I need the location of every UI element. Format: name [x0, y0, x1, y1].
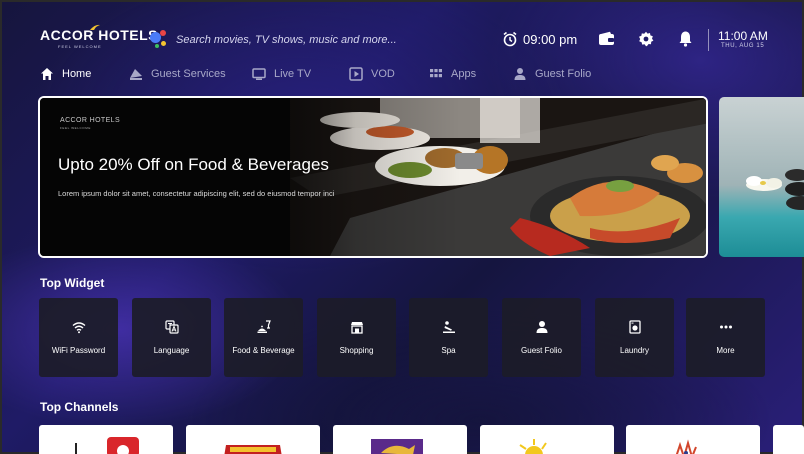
channel-logo-image [75, 437, 139, 454]
channel-card[interactable] [333, 425, 467, 454]
banner-description: Lorem ipsum dolor sit amet, consectetur … [58, 189, 335, 198]
home-icon [41, 68, 53, 80]
spa-icon [442, 321, 455, 333]
nav-item-guest-services[interactable]: Guest Services [129, 64, 226, 84]
banner-title: Upto 20% Off on Food & Beverages [58, 155, 329, 174]
nav-label: Live TV [274, 68, 312, 80]
widget-label: Laundry [620, 346, 649, 355]
widget-spa[interactable]: Spa [409, 298, 488, 377]
voice-assistant-icon[interactable] [148, 29, 170, 51]
search-input[interactable]: Search movies, TV shows, music and more.… [176, 34, 397, 46]
promo-banner[interactable]: ACCOR HOTELS FEEL WELCOME Upto 20% Off o… [38, 96, 708, 258]
main-nav: Home Guest Services Live TV VOD Apps Gue… [0, 64, 804, 86]
guest-services-icon [130, 69, 142, 80]
widget-label: Guest Folio [521, 346, 562, 355]
header: ACCOR HOTELS FEEL WELCOME Search movies,… [0, 0, 804, 60]
logo-bird-icon [90, 24, 100, 30]
channel-card[interactable] [186, 425, 320, 454]
nav-item-apps[interactable]: Apps [429, 64, 476, 84]
banner-logo-subtext: FEEL WELCOME [60, 126, 91, 130]
wifi-icon [72, 322, 85, 334]
widget-label: WiFi Password [51, 346, 106, 355]
header-divider [708, 29, 709, 51]
widget-more[interactable]: More [686, 298, 765, 377]
wallet-icon[interactable] [598, 31, 615, 46]
person-icon [536, 321, 547, 333]
nav-label: Apps [451, 68, 477, 80]
more-dots-icon [719, 325, 732, 329]
nav-label: Guest Services [151, 68, 226, 80]
channel-card[interactable] [626, 425, 760, 454]
person-icon [514, 68, 526, 80]
channel-logo-image [371, 439, 423, 454]
widget-label: Language [153, 346, 190, 355]
nav-item-guest-folio[interactable]: Guest Folio [513, 64, 591, 84]
widget-label: More [716, 346, 735, 355]
widget-label: Shopping [339, 346, 374, 355]
widget-food-beverage[interactable]: Food & Beverage [224, 298, 303, 377]
current-date: THU, AUG 15 [721, 43, 765, 49]
next-banner-preview[interactable] [719, 97, 804, 257]
widget-wifi-password[interactable]: WiFi Password [39, 298, 118, 377]
channel-logo-image [224, 445, 282, 454]
channel-card[interactable] [773, 425, 804, 454]
language-icon [164, 320, 179, 334]
gear-icon[interactable] [638, 31, 654, 47]
alarm-time: 09:00 pm [523, 32, 578, 47]
widget-laundry[interactable]: Laundry [595, 298, 674, 377]
spa-stones-image [746, 169, 804, 210]
channel-logo-image [519, 439, 547, 454]
washing-machine-icon [628, 320, 641, 334]
tv-icon [252, 68, 266, 80]
nav-label: Home [62, 68, 92, 80]
section-title-top-channels: Top Channels [40, 400, 119, 414]
widget-shopping[interactable]: Shopping [317, 298, 396, 377]
widget-label: Spa [441, 346, 456, 355]
play-icon [349, 67, 363, 81]
widget-label: Food & Beverage [232, 346, 295, 355]
widget-guest-folio[interactable]: Guest Folio [502, 298, 581, 377]
bell-icon[interactable] [678, 30, 693, 47]
food-beverage-icon [257, 320, 271, 333]
nav-label: VOD [371, 68, 395, 80]
nav-item-live-tv[interactable]: Live TV [252, 64, 311, 84]
logo-subtext: FEEL WELCOME [58, 44, 102, 49]
widget-language[interactable]: Language [132, 298, 211, 377]
channel-card[interactable] [480, 425, 614, 454]
channel-logo-image [675, 439, 697, 454]
brand-logo: ACCOR HOTELS FEEL WELCOME [40, 24, 158, 49]
nav-label: Guest Folio [535, 68, 592, 80]
banner-logo: ACCOR HOTELS [60, 117, 121, 124]
nav-item-vod[interactable]: VOD [349, 64, 395, 84]
current-time: 11:00 AM [718, 29, 768, 43]
apps-grid-icon [430, 69, 442, 78]
channel-card[interactable] [39, 425, 173, 454]
section-title-top-widget: Top Widget [40, 276, 105, 290]
shopping-icon [350, 322, 363, 334]
alarm-clock-icon[interactable] [502, 31, 518, 47]
nav-item-home[interactable]: Home [40, 64, 91, 84]
